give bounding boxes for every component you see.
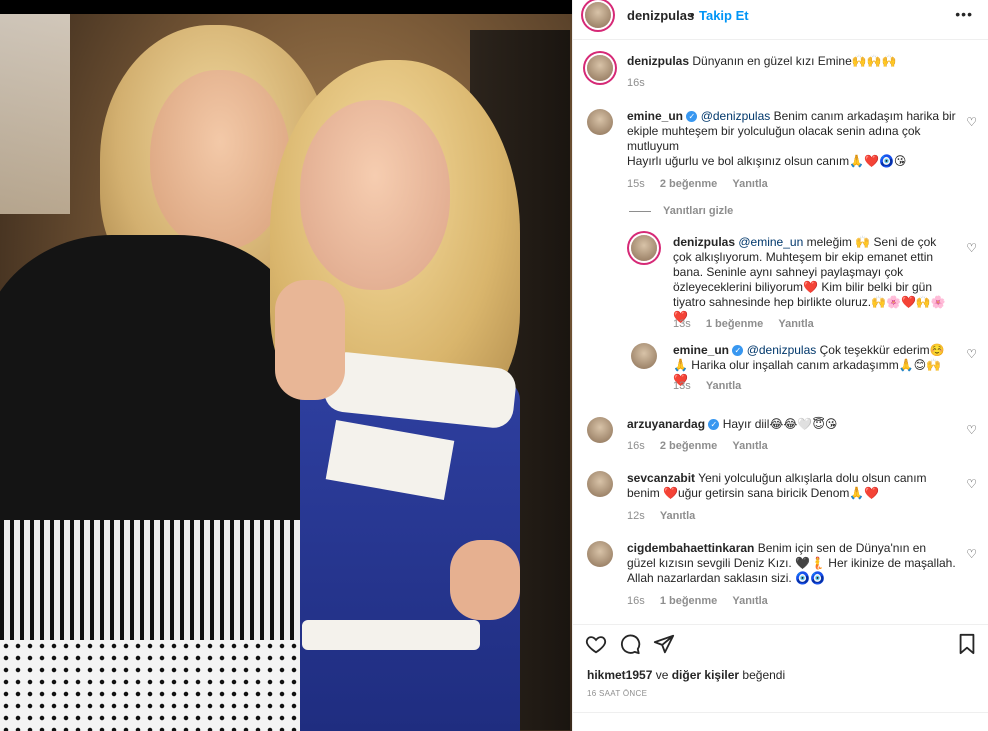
heart-icon[interactable]: ♡ bbox=[966, 347, 977, 362]
verified-icon: ✓ bbox=[708, 419, 720, 431]
post-header: denizpulas • Takip Et ••• bbox=[573, 0, 988, 40]
reply-button[interactable]: Yanıtla bbox=[660, 510, 695, 522]
comment-username[interactable]: denizpulas bbox=[673, 235, 735, 249]
others-link[interactable]: diğer kişiler bbox=[672, 668, 739, 682]
separator-dot: • bbox=[690, 7, 695, 22]
comment: emine_un ✓ @denizpulas Benim canım arkad… bbox=[573, 107, 988, 197]
comment-icon[interactable] bbox=[619, 633, 641, 655]
verified-icon: ✓ bbox=[732, 345, 744, 357]
reply: denizpulas @emine_un meleğim 🙌 Seni de ç… bbox=[573, 231, 988, 331]
heart-icon[interactable]: ♡ bbox=[966, 547, 977, 562]
action-bar bbox=[573, 624, 988, 662]
comment-username[interactable]: sevcanzabit bbox=[627, 471, 695, 485]
comment-username[interactable]: emine_un bbox=[673, 343, 729, 357]
left-woman-stripes bbox=[0, 520, 300, 640]
comment-username[interactable]: cigdembahaettinkaran bbox=[627, 541, 754, 555]
comment-time: 13s bbox=[673, 380, 691, 392]
post-timestamp: 16 SAAT ÖNCE bbox=[587, 689, 648, 698]
photo-shelf bbox=[0, 14, 70, 214]
avatar[interactable] bbox=[631, 343, 657, 369]
hide-replies-label: Yanıtları gizle bbox=[663, 205, 734, 217]
heart-icon[interactable]: ♡ bbox=[966, 423, 977, 438]
comment-text: Hayır diil😂😂🤍😇😘 bbox=[719, 417, 838, 431]
liker-username[interactable]: hikmet1957 bbox=[587, 668, 652, 682]
add-comment-bar[interactable] bbox=[573, 712, 988, 731]
comment-likes[interactable]: 1 beğenme bbox=[660, 595, 717, 607]
comment-mention[interactable]: @denizpulas bbox=[747, 343, 817, 357]
likes-summary: hikmet1957 ve diğer kişiler beğendi bbox=[587, 668, 785, 682]
comment-likes[interactable]: 1 beğenme bbox=[706, 318, 763, 330]
comment-time: 16s bbox=[627, 595, 645, 607]
comment-username[interactable]: emine_un bbox=[627, 109, 683, 123]
right-woman-arm bbox=[275, 280, 345, 400]
heart-icon[interactable] bbox=[585, 633, 607, 655]
verified-icon: ✓ bbox=[686, 111, 698, 123]
left-woman-top bbox=[0, 235, 310, 535]
reply-button[interactable]: Yanıtla bbox=[732, 440, 767, 452]
post-photo[interactable] bbox=[0, 0, 572, 731]
avatar[interactable] bbox=[631, 235, 657, 261]
reply: emine_un ✓ @denizpulas Çok teşekkür eder… bbox=[573, 341, 988, 397]
share-icon[interactable] bbox=[653, 633, 675, 655]
comment-time: 15s bbox=[627, 178, 645, 190]
reply-button[interactable]: Yanıtla bbox=[732, 595, 767, 607]
avatar[interactable] bbox=[587, 417, 613, 443]
caption: denizpulas Dünyanın en güzel kızı Emine🙌… bbox=[573, 41, 988, 101]
comment-text-line2: Hayırlı uğurlu ve bol alkışınız olsun ca… bbox=[627, 154, 907, 168]
comment: sevcanzabit Yeni yolculuğun alkışlarla d… bbox=[573, 471, 988, 527]
avatar[interactable] bbox=[587, 471, 613, 497]
divider bbox=[629, 210, 651, 212]
comment-time: 12s bbox=[627, 510, 645, 522]
likes-end: beğendi bbox=[739, 668, 786, 682]
reply-button[interactable]: Yanıtla bbox=[732, 178, 767, 190]
heart-icon[interactable]: ♡ bbox=[966, 241, 977, 256]
comment-username[interactable]: denizpulas bbox=[627, 54, 689, 68]
reply-button[interactable]: Yanıtla bbox=[706, 380, 741, 392]
comment-username[interactable]: arzuyanardag bbox=[627, 417, 705, 431]
comment-text: Dünyanın en güzel kızı Emine🙌🙌🙌 bbox=[692, 54, 897, 68]
likes-mid: ve bbox=[652, 668, 672, 682]
comment-time: 16s bbox=[627, 77, 645, 89]
comment-time: 16s bbox=[627, 440, 645, 452]
left-woman-face bbox=[150, 70, 290, 250]
right-woman-face bbox=[300, 100, 450, 290]
header-username[interactable]: denizpulas bbox=[627, 8, 694, 23]
avatar[interactable] bbox=[587, 541, 613, 567]
comment-mention[interactable]: @emine_un bbox=[738, 235, 803, 249]
right-woman-belt bbox=[302, 620, 480, 650]
hide-replies-button[interactable]: Yanıtları gizle bbox=[629, 205, 733, 217]
avatar[interactable] bbox=[587, 55, 613, 81]
bookmark-icon[interactable] bbox=[956, 633, 978, 655]
avatar[interactable] bbox=[587, 109, 613, 135]
post-sidebar: denizpulas • Takip Et ••• denizpulas Dün… bbox=[572, 0, 988, 731]
comment-likes[interactable]: 2 beğenme bbox=[660, 440, 717, 452]
reply-button[interactable]: Yanıtla bbox=[778, 318, 813, 330]
comment-mention[interactable]: @denizpulas bbox=[701, 109, 771, 123]
avatar[interactable] bbox=[585, 2, 611, 28]
comments-list[interactable]: denizpulas Dünyanın en güzel kızı Emine🙌… bbox=[573, 41, 988, 621]
heart-icon[interactable]: ♡ bbox=[966, 115, 977, 130]
comment: arzuyanardag ✓ Hayır diil😂😂🤍😇😘 16s 2 beğ… bbox=[573, 415, 988, 455]
comment: cigdembahaettinkaran Benim için sen de D… bbox=[573, 541, 988, 613]
photo-top-bar bbox=[0, 0, 572, 14]
comment-likes[interactable]: 2 beğenme bbox=[660, 178, 717, 190]
heart-icon[interactable]: ♡ bbox=[966, 477, 977, 492]
comment-time: 13s bbox=[673, 318, 691, 330]
hugging-hand bbox=[450, 540, 520, 620]
more-options-icon[interactable]: ••• bbox=[955, 6, 973, 22]
left-woman-dots bbox=[0, 640, 300, 731]
follow-button[interactable]: Takip Et bbox=[699, 8, 749, 23]
